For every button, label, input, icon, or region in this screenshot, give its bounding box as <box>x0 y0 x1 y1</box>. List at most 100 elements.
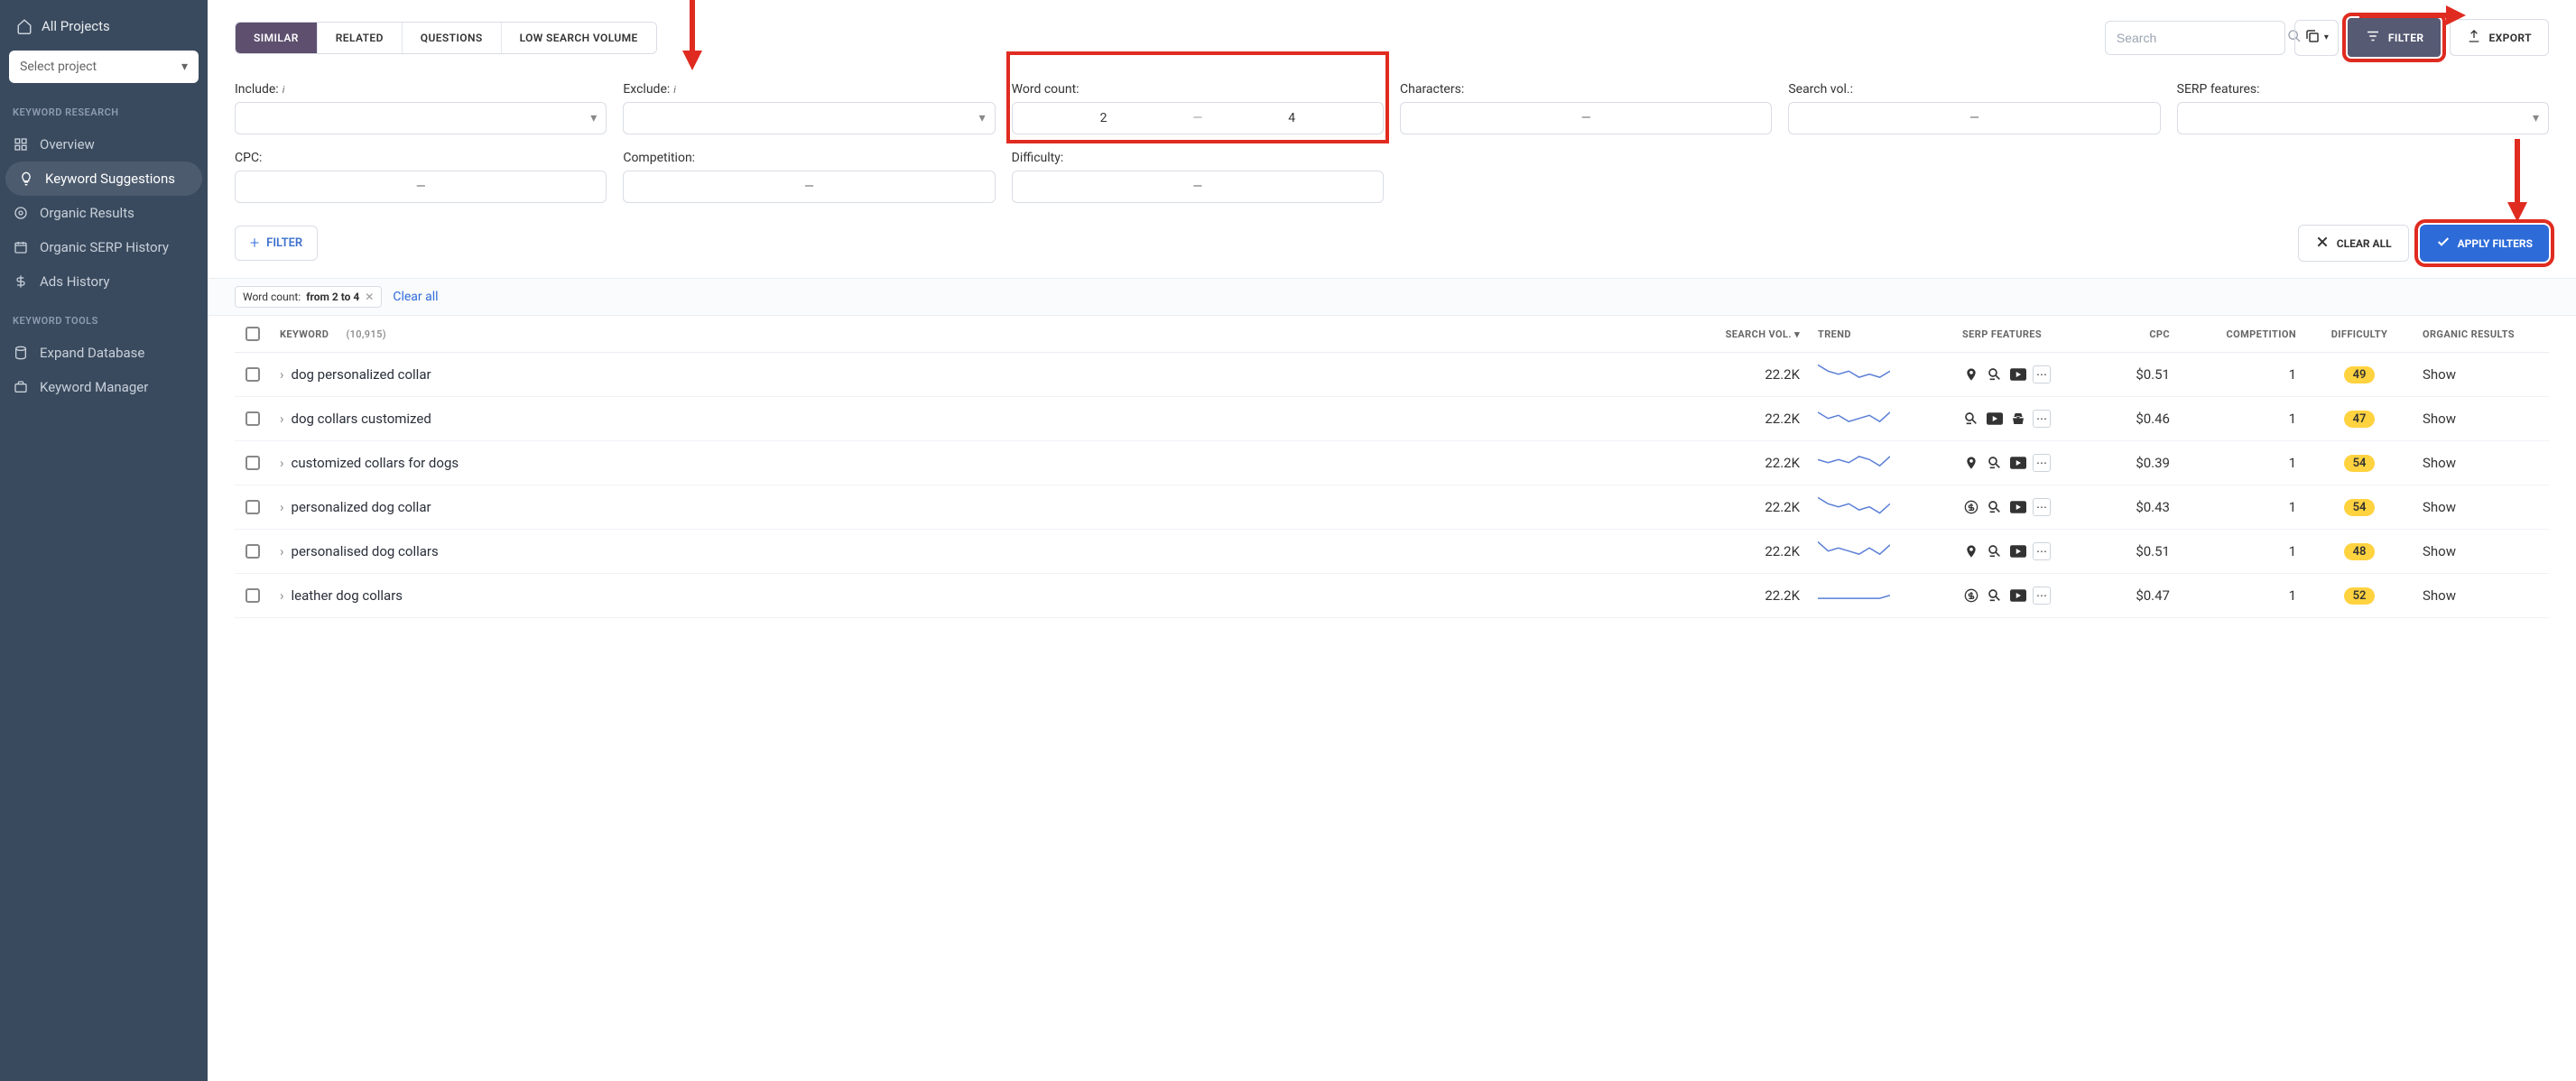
more-icon[interactable]: ⋯ <box>2033 498 2051 516</box>
dollar-icon[interactable] <box>1962 498 1980 516</box>
keyword-text[interactable]: customized collars for dogs <box>292 455 459 471</box>
all-projects-link[interactable]: All Projects <box>0 9 208 43</box>
expand-icon[interactable]: › <box>280 411 284 427</box>
row-checkbox[interactable] <box>246 367 260 382</box>
search-input[interactable] <box>2117 31 2280 45</box>
th-keyword[interactable]: KEYWORD (10,915) <box>271 328 1700 340</box>
sidebar-item-overview[interactable]: Overview <box>0 127 208 162</box>
project-select[interactable]: Select project ▾ <box>9 51 199 83</box>
search-icon[interactable] <box>1986 365 2004 383</box>
expand-icon[interactable]: › <box>280 366 284 383</box>
th-difficulty[interactable]: DIFFICULTY <box>2305 328 2414 340</box>
keyword-text[interactable]: leather dog collars <box>292 587 403 604</box>
th-organic-results[interactable]: ORGANIC RESULTS <box>2414 328 2549 340</box>
upload-icon <box>2467 29 2481 46</box>
expand-icon[interactable]: › <box>280 543 284 559</box>
search-icon[interactable] <box>1986 587 2004 605</box>
keyword-text[interactable]: personalized dog collar <box>292 499 431 515</box>
search-input-wrap[interactable] <box>2105 21 2285 55</box>
cpc-input[interactable]: — <box>235 171 607 203</box>
sidebar-item-ads-history[interactable]: Ads History <box>0 264 208 299</box>
exclude-input[interactable]: ▾ <box>623 102 995 134</box>
difficulty-pill: 48 <box>2344 543 2376 560</box>
sidebar-item-expand-database[interactable]: Expand Database <box>0 336 208 370</box>
filter-button[interactable]: FILTER <box>2348 18 2442 57</box>
close-icon[interactable]: ✕ <box>365 291 374 303</box>
pin-icon[interactable] <box>1962 542 1980 560</box>
cell-cpc: $0.43 <box>2098 499 2179 515</box>
pin-icon[interactable] <box>1962 454 1980 472</box>
competition-input[interactable]: — <box>623 171 995 203</box>
add-filter-button[interactable]: + FILTER <box>235 226 318 261</box>
search-icon[interactable] <box>1986 542 2004 560</box>
expand-icon[interactable]: › <box>280 455 284 471</box>
row-checkbox[interactable] <box>246 411 260 426</box>
show-link[interactable]: Show <box>2423 499 2456 515</box>
characters-input[interactable]: — <box>1400 102 1772 134</box>
search-vol-input[interactable]: — <box>1788 102 2160 134</box>
more-icon[interactable]: ⋯ <box>2033 410 2051 428</box>
dollar-icon[interactable] <box>1962 587 1980 605</box>
sidebar-item-keyword-suggestions[interactable]: Keyword Suggestions <box>5 162 202 196</box>
show-link[interactable]: Show <box>2423 455 2456 471</box>
th-search-vol[interactable]: SEARCH VOL. ▾ <box>1700 328 1809 340</box>
word-count-input[interactable]: 2 — 4 <box>1012 102 1384 134</box>
sidebar-item-serp-history[interactable]: Organic SERP History <box>0 230 208 264</box>
clear-all-link[interactable]: Clear all <box>393 290 438 304</box>
th-serp-features[interactable]: SERP FEATURES <box>1953 328 2098 340</box>
more-icon[interactable]: ⋯ <box>2033 542 2051 560</box>
pin-icon[interactable] <box>1962 365 1980 383</box>
sidebar-item-label: Organic SERP History <box>40 239 169 255</box>
more-icon[interactable]: ⋯ <box>2033 587 2051 605</box>
sidebar-item-organic-results[interactable]: Organic Results <box>0 196 208 230</box>
video-icon[interactable] <box>1986 410 2004 428</box>
video-icon[interactable] <box>2009 454 2027 472</box>
th-trend[interactable]: TREND <box>1809 328 1953 340</box>
row-checkbox[interactable] <box>246 588 260 603</box>
clear-all-button[interactable]: CLEAR ALL <box>2298 225 2409 262</box>
row-checkbox[interactable] <box>246 500 260 514</box>
export-button[interactable]: EXPORT <box>2450 19 2549 56</box>
show-link[interactable]: Show <box>2423 411 2456 427</box>
columns-dropdown[interactable]: ▾ <box>2294 20 2339 56</box>
more-icon[interactable]: ⋯ <box>2033 454 2051 472</box>
more-icon[interactable]: ⋯ <box>2033 365 2051 383</box>
chevron-down-icon: ▾ <box>1794 328 1800 340</box>
show-link[interactable]: Show <box>2423 587 2456 604</box>
th-cpc[interactable]: CPC <box>2098 328 2179 340</box>
search-icon[interactable] <box>1986 454 2004 472</box>
video-icon[interactable] <box>2009 542 2027 560</box>
th-competition[interactable]: COMPETITION <box>2179 328 2305 340</box>
table-row: › customized collars for dogs 22.2K ⋯ $0… <box>235 441 2549 485</box>
video-icon[interactable] <box>2009 365 2027 383</box>
difficulty-input[interactable]: — <box>1012 171 1384 203</box>
keyword-text[interactable]: dog collars customized <box>292 411 431 427</box>
difficulty-pill: 47 <box>2344 411 2376 428</box>
keyword-text[interactable]: personalised dog collars <box>292 543 439 559</box>
tab-low-search-volume[interactable]: LOW SEARCH VOLUME <box>502 23 656 53</box>
chevron-down-icon: ▾ <box>2533 111 2539 125</box>
keyword-text[interactable]: dog personalized collar <box>292 366 431 383</box>
apply-filters-button[interactable]: APPLY FILTERS <box>2420 225 2549 262</box>
cell-trend <box>1809 362 1953 387</box>
show-link[interactable]: Show <box>2423 366 2456 383</box>
row-checkbox[interactable] <box>246 544 260 559</box>
video-icon[interactable] <box>2009 587 2027 605</box>
select-all-checkbox[interactable] <box>246 327 260 341</box>
filter-chip-word-count[interactable]: Word count: from 2 to 4 ✕ <box>235 286 382 308</box>
tab-related[interactable]: RELATED <box>318 23 403 53</box>
video-icon[interactable] <box>2009 498 2027 516</box>
sidebar-item-label: Organic Results <box>40 205 134 221</box>
tab-questions[interactable]: QUESTIONS <box>403 23 502 53</box>
expand-icon[interactable]: › <box>280 499 284 515</box>
sidebar-item-keyword-manager[interactable]: Keyword Manager <box>0 370 208 404</box>
basket-icon[interactable] <box>2009 410 2027 428</box>
row-checkbox[interactable] <box>246 456 260 470</box>
tab-similar[interactable]: SIMILAR <box>236 23 318 53</box>
show-link[interactable]: Show <box>2423 543 2456 559</box>
include-input[interactable]: ▾ <box>235 102 607 134</box>
expand-icon[interactable]: › <box>280 587 284 604</box>
search-icon[interactable] <box>1962 410 1980 428</box>
serp-features-input[interactable]: ▾ <box>2177 102 2549 134</box>
search-icon[interactable] <box>1986 498 2004 516</box>
